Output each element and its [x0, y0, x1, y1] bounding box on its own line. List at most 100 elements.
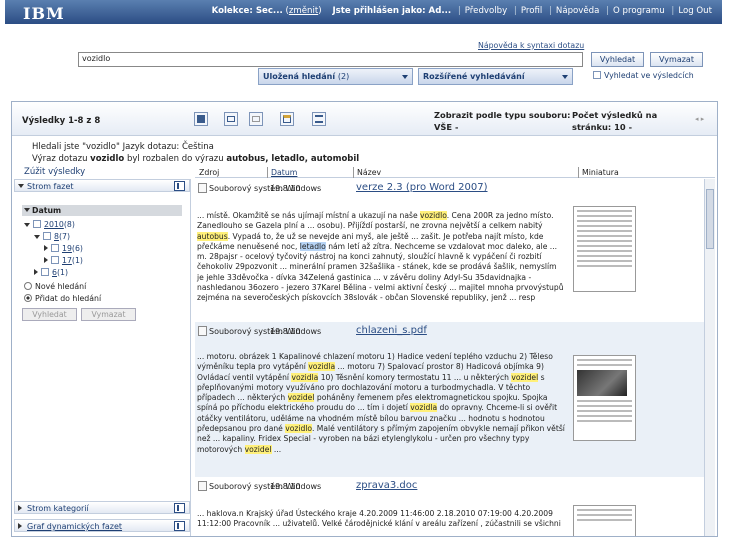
tree-facet-header[interactable]: Strom fazet [14, 179, 190, 192]
panel-icon[interactable] [174, 503, 185, 513]
table-row: Souborový systém Windows 19.8.10 zprava3… [195, 477, 704, 536]
list-view-icon[interactable] [312, 112, 326, 126]
column-date[interactable]: Datum [271, 168, 297, 177]
new-search-radio[interactable] [24, 282, 32, 290]
column-source[interactable]: Zdroj [199, 168, 219, 177]
collapse-icon [24, 208, 30, 212]
tree-checkbox[interactable] [51, 256, 59, 264]
result-snippet: ... haklova.n Krajský úřad Ústeckého kra… [197, 509, 565, 530]
pager-arrows[interactable]: ◂ ▸ [695, 115, 704, 123]
search-button[interactable]: Vyhledat [591, 52, 644, 67]
new-search-option[interactable]: Nové hledání [24, 282, 86, 291]
logged-in-label: Jste přihlášen jako: Ad... [332, 6, 452, 16]
previous-icon[interactable] [224, 112, 238, 126]
scrollbar-thumb[interactable] [706, 189, 714, 249]
result-thumbnail[interactable] [573, 505, 636, 536]
change-collection-link[interactable]: změnit [289, 6, 318, 16]
results-panel: Výsledky 1-8 z 8 Zobrazit podle typu sou… [11, 101, 718, 537]
tree-item-count: (6) [71, 244, 83, 253]
saved-searches-label: Uložená hledání [263, 72, 336, 81]
tree-item-label[interactable]: 2010 [44, 220, 64, 229]
facet-clear-button[interactable]: Vymazat [81, 308, 136, 321]
expand-icon[interactable] [44, 257, 48, 263]
tree-item-19[interactable]: 19(6) [44, 244, 83, 253]
category-tree-header[interactable]: Strom kategorií [14, 501, 190, 514]
tree-item-count: (1) [71, 256, 83, 265]
per-page-selector[interactable]: Počet výsledků na stránku: 10 - [572, 109, 657, 133]
tree-item-label[interactable]: 19 [62, 244, 72, 253]
about-link[interactable]: O programu [613, 6, 665, 16]
expand-icon[interactable] [34, 269, 38, 275]
add-search-radio[interactable] [24, 294, 32, 302]
highlighted-term: vozidlo [420, 211, 447, 220]
per-page-value[interactable]: 10 - [614, 122, 632, 132]
table-row: Souborový systém Windows 19.8.10 chlazen… [195, 322, 704, 477]
query-expansion-prefix: Výraz dotazu [32, 154, 91, 164]
tree-item-count: (8) [63, 220, 75, 229]
expand-icon [18, 523, 22, 529]
expand-icon [18, 505, 22, 511]
snippet-text: ... [271, 444, 282, 454]
syntax-help-link[interactable]: Nápověda k syntaxi dotazu [478, 41, 584, 50]
dynamic-graph-label[interactable]: Graf dynamických fazet [27, 522, 122, 531]
tree-checkbox[interactable] [51, 244, 59, 252]
tree-item-label[interactable]: 17 [62, 256, 72, 265]
tree-item-8[interactable]: 8(7) [34, 232, 70, 241]
panel-icon[interactable] [174, 181, 185, 191]
profile-link[interactable]: Profil [521, 6, 542, 16]
expand-icon[interactable] [44, 245, 48, 251]
tree-item-2010[interactable]: 2010(8) [24, 220, 75, 229]
query-info: Hledali jste "vozidlo" Jazyk dotazu: Češ… [32, 141, 359, 165]
expand-icon[interactable] [24, 223, 30, 227]
collection-label: Kolekce: Sec... [211, 6, 283, 16]
logout-link[interactable]: Log Out [678, 6, 712, 16]
highlighted-term: letadlo [299, 241, 326, 251]
row-source: Souborový systém Windows [198, 481, 321, 493]
search-in-results[interactable]: Vyhledat ve výsledcích [593, 71, 694, 80]
filetype-filter[interactable]: Zobrazit podle typu souboru: VŠE - [434, 109, 570, 133]
search-area: Nápověda k syntaxi dotazu vozidlo Vyhled… [5, 24, 722, 94]
tree-checkbox[interactable] [43, 232, 51, 240]
tree-item-6[interactable]: 6(1) [34, 268, 68, 277]
save-icon[interactable] [194, 112, 208, 126]
filetype-value[interactable]: VŠE - [434, 121, 570, 133]
result-title-link[interactable]: verze 2.3 (pro Word 2007) [356, 182, 488, 193]
expand-icon[interactable] [34, 235, 40, 239]
facet-search-button[interactable]: Vyhledat [22, 308, 77, 321]
saved-searches-dropdown[interactable]: Uložená hledání (2) [258, 68, 413, 85]
advanced-search-dropdown[interactable]: Rozšířené vyhledávání [418, 68, 573, 85]
panel-icon[interactable] [174, 521, 185, 531]
query-term: vozidlo [90, 154, 125, 164]
tree-item-17[interactable]: 17(1) [44, 256, 83, 265]
filetype-label: Zobrazit podle typu souboru: [434, 110, 571, 120]
date-facet-header[interactable]: Datum [22, 205, 182, 216]
column-title[interactable]: Název [357, 168, 381, 177]
row-source: Souborový systém Windows [198, 183, 321, 195]
tree-checkbox[interactable] [33, 220, 41, 228]
search-in-results-checkbox[interactable] [593, 71, 601, 79]
preferences-link[interactable]: Předvolby [465, 6, 507, 16]
facets-sidebar: Strom fazet Datum 2010(8) 8(7) 19(6) 17(… [14, 179, 191, 536]
column-thumbnail[interactable]: Miniatura [582, 168, 619, 177]
result-thumbnail[interactable] [573, 355, 636, 441]
add-search-option[interactable]: Přidat do hledání [24, 294, 101, 303]
scrollbar[interactable] [704, 179, 715, 536]
search-input[interactable]: vozidlo [78, 52, 583, 67]
ibm-logo: IBM [23, 4, 65, 23]
clear-button[interactable]: Vymazat [650, 52, 703, 67]
results-title: Výsledky 1-8 z 8 [22, 116, 101, 126]
dynamic-graph-header[interactable]: Graf dynamických fazet [14, 519, 190, 532]
query-expansion-terms: autobus, letadlo, automobil [226, 154, 360, 164]
export-icon[interactable] [280, 112, 294, 126]
help-link[interactable]: Nápověda [556, 6, 600, 16]
add-search-label: Přidat do hledání [35, 294, 102, 303]
collapse-icon [18, 184, 24, 188]
result-thumbnail[interactable] [573, 206, 636, 292]
tree-checkbox[interactable] [41, 268, 49, 276]
result-title-link[interactable]: chlazeni_s.pdf [356, 325, 427, 336]
query-info-line1: Hledali jste "vozidlo" Jazyk dotazu: Češ… [32, 142, 214, 152]
next-icon[interactable] [249, 112, 263, 126]
result-title-link[interactable]: zprava3.doc [356, 480, 417, 491]
saved-searches-count: (2) [337, 72, 350, 81]
highlighted-term: vozidel [287, 393, 315, 403]
